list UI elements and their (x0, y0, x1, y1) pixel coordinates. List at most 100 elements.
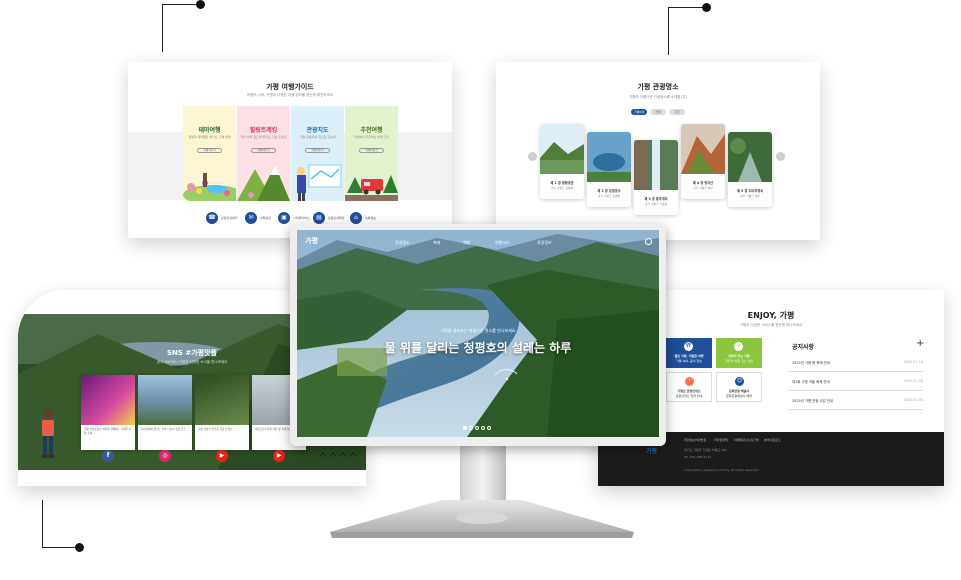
sns-post[interactable]: 가평 쁘띠프랑스 야경과 함께하는 특별한 겨울 축제 (81, 375, 135, 450)
youtube-icon[interactable]: ▶ (273, 450, 285, 462)
nav-info[interactable]: 관광정보 (537, 240, 552, 246)
money-icon: ₩ (684, 342, 693, 351)
guide-band (128, 132, 452, 200)
nav-attractions[interactable]: 관광명소 (395, 240, 410, 246)
tile-sub: 가평 숙박, 음식 정보 (676, 359, 702, 363)
tourist-attractions-card: 가평 관광명소 가평의 아름다운 관광명소를 소개합니다 가평8경 전체 추천 … (496, 62, 820, 240)
nav-festival[interactable]: 축제 (433, 240, 440, 246)
search-icon[interactable] (645, 238, 652, 245)
filter-pill[interactable]: 추천 (669, 109, 685, 115)
slider-dot[interactable] (475, 426, 479, 430)
carousel-prev-button[interactable]: ‹ (528, 152, 537, 161)
sns-post-caption: 가평 쁘띠프랑스 야경과 함께하는 특별한 겨울 축제 (84, 428, 132, 435)
guide-col-more-button[interactable]: 자세히보기 (197, 148, 222, 153)
guide-subtitle: 여행의 시작, 가평의 다양한 여행 정보를 한눈에 확인하세요 (246, 93, 334, 97)
tour-item[interactable]: 제 5 경 도마치계곡 경기 가평군 북면 (728, 132, 772, 207)
tour-item-name: 제 3 경 용추계곡 (644, 197, 668, 201)
notice-row[interactable]: 2025년 가평 관광 사업 안내 2025.01.05 (788, 392, 923, 410)
tour-item[interactable]: 제 4 경 명지산 경기 가평군 북면 (681, 124, 725, 199)
guide-col-more-button[interactable]: 자세히보기 (305, 148, 330, 153)
footer-tel: Tel. 031-580-2114 (684, 455, 712, 459)
guide-col-recommend[interactable]: 추천여행 가평에서 추천하는 여행 코스 자세히보기 (345, 106, 398, 201)
carousel-next-button[interactable]: › (776, 152, 785, 161)
youtube-icon[interactable]: ▶ (216, 450, 228, 462)
slider-dot[interactable] (487, 426, 491, 430)
guide-col-desc: 계절과 테마별로 즐기는 가평 여행 (188, 135, 231, 139)
guide-title: 가평 여행가이드 (266, 83, 314, 91)
filter-pill[interactable]: 전체 (650, 109, 666, 115)
slider-dot-active[interactable] (463, 426, 467, 430)
tile-open-gapyeong[interactable]: ₩ 열린 가평, 저렴한 여행 가평 숙박, 음식 정보 (666, 338, 712, 368)
notice-text: 2025년 가평 봄 축제 안내 (792, 361, 830, 365)
guide-col-title: 테마여행 (198, 127, 221, 134)
tour-item[interactable]: 제 1 경 청평호반 경기 가평군 청평면 (540, 124, 584, 199)
tile-sub: 자전거 여행 코스 안내 (725, 359, 753, 363)
tile-label: 열린 가평, 저렴한 여행 (674, 354, 704, 358)
sns-post[interactable]: 자라섬에서 즐기는 가족 나들이 추천 코스 (138, 375, 192, 450)
building-icon[interactable]: ⌂ (350, 212, 362, 224)
phone-icon[interactable]: ☎ (206, 212, 218, 224)
footer-link[interactable]: 뷰어다운로드 (764, 438, 781, 442)
guide-col-desc: 자연 속을 걸으며 즐기는 힐링 트레킹 (240, 135, 287, 139)
bus-icon[interactable]: ▣ (278, 212, 290, 224)
guide-col-more-button[interactable]: 자세히보기 (359, 148, 384, 153)
slider-dots (463, 426, 503, 430)
nav-course[interactable]: 여행코스 (495, 240, 510, 246)
guide-col-theme[interactable]: 테마여행 계절과 테마별로 즐기는 가평 여행 자세히보기 (183, 106, 236, 201)
guide-col-desc: 가평에서 추천하는 여행 코스 (353, 135, 390, 139)
waterfall-photo (634, 140, 678, 190)
footer-link[interactable]: 저작권정책 (714, 438, 728, 442)
tour-item[interactable]: 제 2 경 호명호수 경기 가평군 청평면 (587, 132, 631, 207)
mountain-illustration (237, 165, 290, 201)
tile-bicycle[interactable]: ⚲ 자전거 타는 가평 자전거 여행 코스 안내 (716, 338, 762, 368)
sns-post[interactable]: 가평 잣향기 푸른숲 힐링 산책로 (195, 375, 249, 450)
footer-address: 경기도 가평군 가평읍 석봉로 181 (684, 448, 727, 452)
instagram-icon[interactable]: ◎ (159, 450, 171, 462)
notice-row[interactable]: 2025년 가평 봄 축제 안내 2025.01.10 (788, 354, 923, 372)
facebook-icon[interactable]: f (102, 450, 114, 462)
footer-link[interactable]: 개인정보처리방침 (684, 438, 706, 442)
tile-info-center[interactable]: i 가평군 관광안내소 관광안내소 위치 안내 (666, 372, 712, 402)
tour-item[interactable]: 제 3 경 용추계곡 경기 가평군 가평읍 (634, 140, 678, 215)
guide-col-more-button[interactable]: 자세히보기 (251, 148, 276, 153)
guide-col-title: 힐링트레킹 (249, 127, 278, 134)
guide-col-trekking[interactable]: 힐링트레킹 자연 속을 걸으며 즐기는 힐링 트레킹 자세히보기 (237, 106, 290, 201)
filter-pill-active[interactable]: 가평8경 (631, 109, 647, 115)
monitor-stand (330, 446, 634, 538)
notice-date: 2025.01.05 (903, 398, 923, 402)
connector-line-top-right (668, 7, 706, 55)
guide-col-title: 추천여행 (360, 127, 383, 134)
slider-dot[interactable] (469, 426, 473, 430)
autumn-mountain-photo (681, 124, 725, 174)
guide-col-map[interactable]: 관광지도 가평 관광지를 지도로 한눈에 자세히보기 (291, 106, 344, 201)
lake-photo (587, 132, 631, 182)
monitor-screen: 가평 관광명소 축제 체험 여행코스 관광정보 가평을 대표하는 아름다운 명소… (297, 230, 659, 437)
person-icon: ☺ (735, 377, 744, 386)
flower-field-illustration (183, 173, 236, 201)
site-logo[interactable]: 가평 (305, 236, 318, 246)
map-reader-illustration (297, 164, 342, 201)
connector-dot-bottom-left (75, 543, 84, 552)
sns-post-photo (138, 375, 192, 425)
footer-link[interactable]: 이메일무단수집거부 (734, 438, 759, 442)
lake-photo (540, 124, 584, 174)
document-icon[interactable]: ▤ (313, 212, 325, 224)
notice-text: 2025년 가평 관광 사업 안내 (792, 399, 834, 403)
tile-guide[interactable]: ☺ 문화관광 해설사 문화관광해설사 예약 (716, 372, 762, 402)
sns-post-photo (81, 375, 135, 425)
nav-experience[interactable]: 체험 (463, 240, 470, 246)
hero-title: 물 위를 달리는 청평호의 설레는 하루 (384, 341, 572, 355)
notice-more-button[interactable]: + (916, 338, 924, 349)
notice-row[interactable]: 제1회 가평 겨울 축제 안내 2025.01.08 (788, 373, 923, 391)
travel-guide-card: 가평 여행가이드 여행의 시작, 가평의 다양한 여행 정보를 한눈에 확인하세… (128, 62, 452, 238)
tour-item-address: 경기 가평군 가평읍 (644, 202, 668, 206)
sns-post-photo (195, 375, 249, 425)
tour-item-address: 경기 가평군 청평면 (597, 194, 621, 198)
chat-icon[interactable]: ✉ (245, 212, 257, 224)
slider-dot[interactable] (481, 426, 485, 430)
quick-link-label: 관광안내책자 (328, 216, 345, 220)
connector-dot-top-left (196, 0, 205, 9)
tour-item-name: 제 1 경 청평호반 (550, 181, 574, 185)
quick-link-label: 여행상담 (260, 216, 272, 220)
tour-item-address: 경기 가평군 북면 (693, 186, 713, 190)
